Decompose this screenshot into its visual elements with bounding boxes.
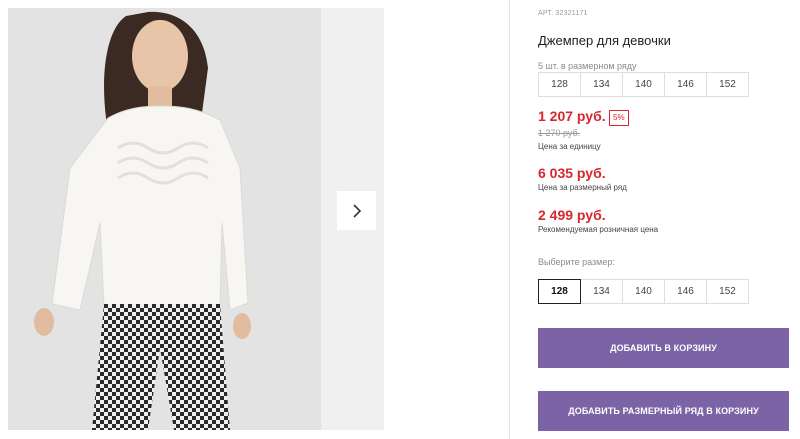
size-selector: 128 134 140 146 152 — [538, 279, 749, 304]
product-gallery — [8, 8, 384, 430]
size-option-128[interactable]: 128 — [538, 279, 581, 304]
unit-price: 1 207 руб. — [538, 108, 606, 124]
series-size-152: 152 — [706, 72, 749, 97]
size-option-134[interactable]: 134 — [580, 279, 623, 304]
size-option-152[interactable]: 152 — [706, 279, 749, 304]
add-series-to-cart-button[interactable]: ДОБАВИТЬ РАЗМЕРНЫЙ РЯД В КОРЗИНУ — [538, 391, 789, 431]
series-label: 5 шт. в размерном ряду — [538, 61, 637, 71]
retail-price: 2 499 руб. — [538, 207, 606, 223]
series-size-134: 134 — [580, 72, 623, 97]
series-sizes: 128 134 140 146 152 — [538, 72, 749, 97]
article-number: АРТ. 32321171 — [538, 10, 588, 17]
add-to-cart-button[interactable]: ДОБАВИТЬ В КОРЗИНУ — [538, 328, 789, 368]
next-image-button[interactable] — [337, 191, 376, 230]
chevron-right-icon — [352, 203, 361, 218]
series-size-140: 140 — [622, 72, 665, 97]
series-price-caption: Цена за размерный ряд — [538, 183, 627, 192]
discount-badge: 5% — [609, 110, 629, 126]
old-price: 1 270 руб. — [538, 128, 581, 138]
series-size-128: 128 — [538, 72, 581, 97]
series-price: 6 035 руб. — [538, 165, 606, 181]
size-option-140[interactable]: 140 — [622, 279, 665, 304]
retail-price-caption: Рекомендуемая розничная цена — [538, 225, 659, 234]
product-photo — [8, 8, 321, 430]
series-size-146: 146 — [664, 72, 707, 97]
girl-in-sweater-image — [8, 8, 321, 430]
product-title: Джемпер для девочки — [538, 33, 671, 48]
column-divider — [509, 0, 510, 439]
choose-size-label: Выберите размер: — [538, 257, 615, 267]
size-option-146[interactable]: 146 — [664, 279, 707, 304]
unit-price-caption: Цена за единицу — [538, 142, 601, 151]
